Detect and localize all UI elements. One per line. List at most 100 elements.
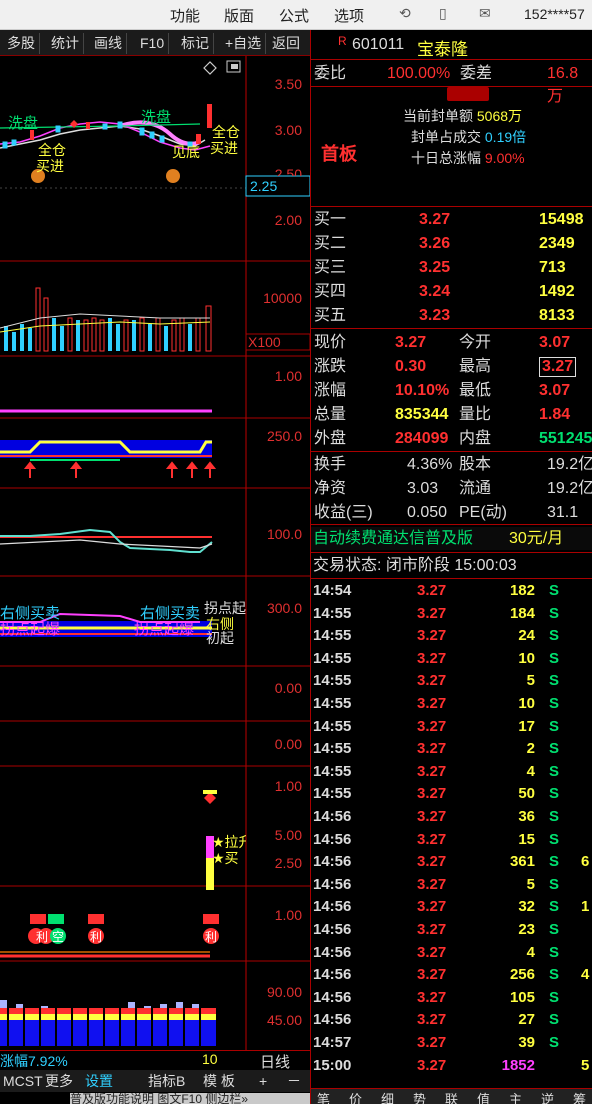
tick-row[interactable]: 14:56 3.27 105 S <box>311 987 592 1010</box>
menu-function[interactable]: 功能 <box>170 5 200 26</box>
stat-row: 总量 835344 量比 1.84 <box>311 403 592 426</box>
tick-volume: 10 <box>518 695 535 712</box>
tick-row[interactable]: 14:56 3.27 27 S <box>311 1009 592 1032</box>
tick-side: S <box>549 875 560 893</box>
tick-row[interactable]: 15:00 3.27 1852 5 <box>311 1055 592 1078</box>
tab-main[interactable]: 主 <box>509 1089 522 1104</box>
zoom-out-button[interactable]: － <box>284 1072 304 1091</box>
tab-tick[interactable]: 笔 <box>317 1089 330 1104</box>
tab-mcst[interactable]: MCST <box>0 1072 46 1091</box>
f10-button[interactable]: F10 <box>136 33 170 54</box>
tab-chips[interactable]: 筹 <box>573 1089 586 1104</box>
tick-row[interactable]: 14:56 3.27 256 S 4 <box>311 964 592 987</box>
axis-label: 100.0 <box>266 526 302 542</box>
tick-row[interactable]: 14:55 3.27 4 S <box>311 761 592 784</box>
tab-settings[interactable]: 设置 <box>82 1072 116 1091</box>
tick-row[interactable]: 14:55 3.27 2 S <box>311 738 592 761</box>
tab-link[interactable]: 联 <box>445 1089 458 1104</box>
multi-stock-button[interactable]: 多股 <box>3 33 40 54</box>
tick-side: S <box>549 627 560 645</box>
tick-volume: 10 <box>518 649 535 667</box>
menu-layout[interactable]: 版面 <box>224 5 254 26</box>
tab-more[interactable]: 更多 <box>42 1072 76 1091</box>
tick-row[interactable]: 14:55 3.27 10 S <box>311 648 592 671</box>
period-selector[interactable]: 日线 <box>260 1051 290 1072</box>
tab-template[interactable]: 模 板 <box>200 1072 238 1091</box>
bid-level-label: 买一 <box>314 211 347 228</box>
tick-row[interactable]: 14:57 3.27 39 S <box>311 1032 592 1055</box>
tick-extra: 6 <box>581 853 590 871</box>
zoom-in-button[interactable]: + <box>256 1072 270 1091</box>
trade-status: 交易状态: 闭市阶段 15:00:03 <box>313 557 517 574</box>
lift-signal: ★买 <box>212 850 239 866</box>
tick-time: 14:56 <box>313 988 352 1006</box>
stat-label: 涨跌 <box>314 358 347 375</box>
account-phone[interactable]: 152****57 <box>524 6 585 22</box>
tick-time: 14:55 <box>313 785 352 803</box>
tab-detail[interactable]: 细 <box>381 1089 394 1104</box>
trade-status-row: 交易状态: 闭市阶段 15:00:03 <box>311 554 592 577</box>
bid-row[interactable]: 买三 3.25 713 <box>311 256 592 279</box>
tab-indicator-b[interactable]: 指标B <box>145 1072 188 1091</box>
tick-row[interactable]: 14:54 3.27 182 S <box>311 580 592 603</box>
promo-text[interactable]: 自动续费通达信普及版 <box>313 527 473 550</box>
statistics-button[interactable]: 统计 <box>47 33 84 54</box>
axis-label: 1.00 <box>274 778 302 794</box>
bid-row[interactable]: 买一 3.27 15498 <box>311 208 592 231</box>
tick-row[interactable]: 14:55 3.27 10 S <box>311 693 592 716</box>
tick-row[interactable]: 14:56 3.27 23 S <box>311 919 592 942</box>
kline-chart-area[interactable]: 3.50 3.00 2.50 2.25 2.00 10000 X100 1.00… <box>0 56 310 1070</box>
bid-row[interactable]: 买四 3.24 1492 <box>311 280 592 303</box>
tick-volume: 24 <box>518 627 535 645</box>
draw-line-button[interactable]: 画线 <box>90 33 127 54</box>
tick-price: 3.27 <box>417 1011 447 1029</box>
mark-button[interactable]: 标记 <box>177 33 214 54</box>
menu-formula[interactable]: 公式 <box>279 5 309 26</box>
bid-row[interactable]: 买五 3.23 8133 <box>311 304 592 327</box>
back-button[interactable]: 返回 <box>268 33 304 54</box>
tick-price: 3.27 <box>417 649 447 667</box>
tick-time: 15:00 <box>313 1056 352 1074</box>
menu-options[interactable]: 选项 <box>334 5 364 26</box>
tick-row[interactable]: 14:56 3.27 32 S 1 <box>311 896 592 919</box>
mail-icon[interactable]: ✉ <box>479 5 491 22</box>
stat-value: 3.07 <box>539 382 571 399</box>
tick-time: 14:55 <box>313 627 352 645</box>
tab-reverse[interactable]: 逆 <box>541 1089 554 1104</box>
promo-price[interactable]: 30元/月 <box>509 527 563 550</box>
bid-price: 3.25 <box>419 259 451 276</box>
tick-row[interactable]: 14:56 3.27 4 S <box>311 942 592 965</box>
tick-extra: 5 <box>581 1056 590 1074</box>
axis-label: 2.50 <box>274 166 302 176</box>
tick-side: S <box>549 785 560 803</box>
add-watchlist-button[interactable]: +自选 <box>221 33 267 54</box>
fundamental-label: 流通 <box>459 480 492 497</box>
tick-row[interactable]: 14:56 3.27 15 S <box>311 829 592 852</box>
tick-row[interactable]: 14:55 3.27 50 S <box>311 783 592 806</box>
phone-icon[interactable]: ▯ <box>439 5 447 22</box>
tick-volume: 361 <box>509 853 535 871</box>
tick-row[interactable]: 14:55 3.27 5 S <box>311 670 592 693</box>
feature-banner[interactable]: 普及版功能说明 图文F10 侧边栏» <box>70 1093 310 1104</box>
tab-trend[interactable]: 势 <box>413 1089 426 1104</box>
chart-toolbar: 多股 统计 画线 F10 标记 +自选 返回 <box>0 30 310 56</box>
tick-row[interactable]: 14:56 3.27 361 S 6 <box>311 851 592 874</box>
tick-time: 14:57 <box>313 1034 352 1051</box>
tick-side: S <box>549 921 560 938</box>
tick-row[interactable]: 14:55 3.27 17 S <box>311 716 592 739</box>
tab-value[interactable]: 值 <box>477 1089 490 1104</box>
axis-label: 300.0 <box>266 600 302 616</box>
tick-time: 14:56 <box>313 1011 352 1029</box>
tick-row[interactable]: 14:56 3.27 5 S <box>311 874 592 897</box>
stat-value: 3.27 <box>395 334 427 351</box>
tick-row[interactable]: 14:56 3.27 36 S <box>311 806 592 829</box>
tick-row[interactable]: 14:55 3.27 24 S <box>311 625 592 648</box>
tick-row[interactable]: 14:55 3.27 184 S <box>311 603 592 626</box>
refresh-icon[interactable]: ⟲ <box>399 5 411 22</box>
current-price-tag: 2.25 <box>250 178 278 194</box>
fundamental-value: 19.2亿 <box>547 456 592 473</box>
stat-row: 涨幅 10.10% 最低 3.07 <box>311 379 592 402</box>
bid-row[interactable]: 买二 3.26 2349 <box>311 232 592 255</box>
promo-row[interactable]: 自动续费通达信普及版 30元/月 <box>311 527 592 550</box>
tab-price[interactable]: 价 <box>349 1089 362 1104</box>
